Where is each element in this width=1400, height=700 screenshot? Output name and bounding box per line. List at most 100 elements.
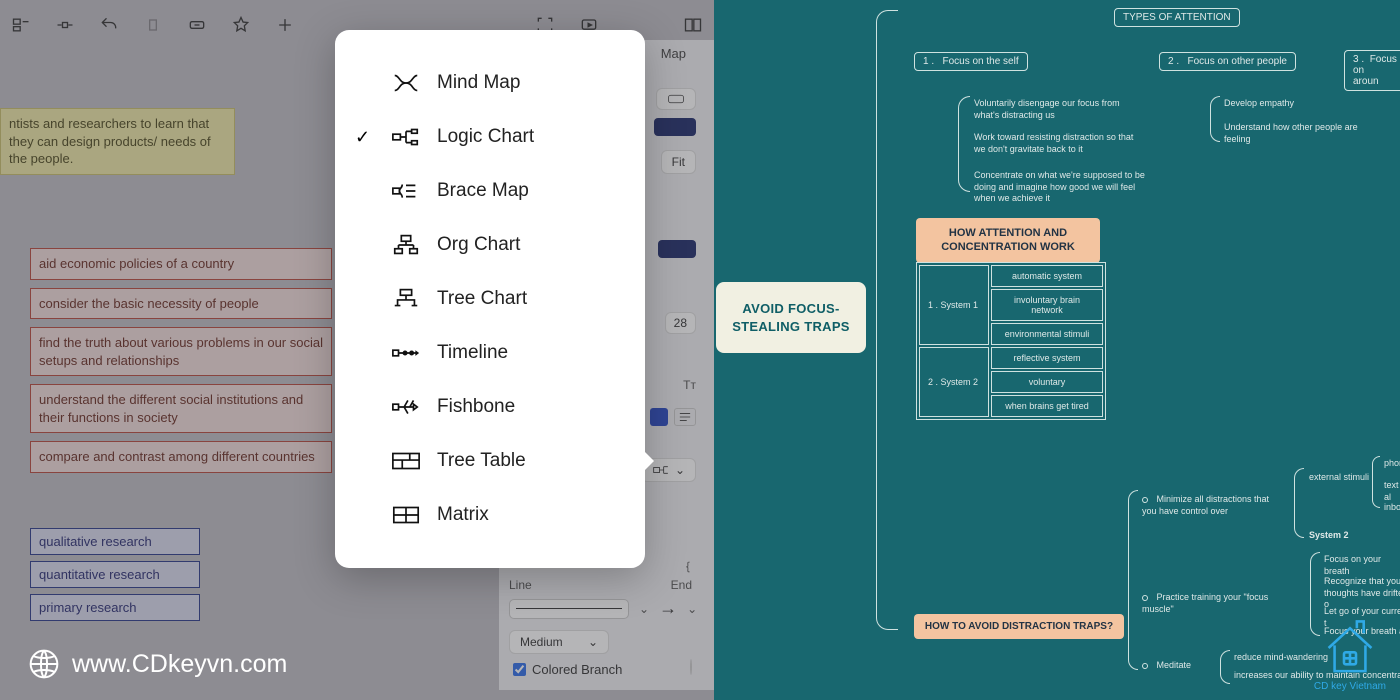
undo-icon[interactable] — [98, 14, 120, 36]
red-list: aid economic policies of a country consi… — [30, 248, 332, 481]
bullet-icon — [1142, 663, 1148, 669]
globe-icon — [28, 648, 60, 680]
line-weight-select[interactable]: Medium⌄ — [509, 630, 609, 654]
popup-item-label: Org Chart — [437, 234, 520, 256]
attention-table[interactable]: 1 . System 1 automatic system involuntar… — [916, 262, 1106, 420]
left-app-panel: ntists and researchers to learn that the… — [0, 0, 714, 700]
font-size-field[interactable]: 28 — [665, 312, 696, 334]
popup-item-bracemap[interactable]: Brace Map — [335, 164, 645, 218]
type1-sub[interactable]: Work toward resisting distraction so tha… — [974, 132, 1134, 155]
bottom-sub2[interactable]: phone — [1384, 458, 1400, 470]
bottom-item-text: Practice training your "focus muscle" — [1142, 592, 1268, 614]
popup-item-label: Timeline — [437, 342, 508, 364]
structure-popup: Mind Map Logic Chart Brace Map Org Chart… — [335, 30, 645, 568]
type3[interactable]: 3 . Focus on aroun — [1344, 50, 1400, 91]
brace-b1 — [1294, 468, 1304, 538]
type-num: 1 . — [923, 56, 934, 67]
red-item[interactable]: find the truth about various problems in… — [30, 327, 332, 376]
popup-item-label: Tree Table — [437, 450, 526, 472]
text-color-chip[interactable] — [650, 408, 668, 426]
popup-item-label: Mind Map — [437, 72, 520, 94]
line-style-select[interactable] — [509, 599, 629, 619]
star-icon[interactable] — [230, 14, 252, 36]
line-label: Line — [509, 578, 532, 592]
panels-icon[interactable] — [682, 14, 704, 36]
bullet-icon — [1142, 595, 1148, 601]
table-title[interactable]: HOW ATTENTION AND CONCENTRATION WORK — [916, 218, 1100, 263]
brace-main — [876, 10, 898, 630]
type-label: Focus on the self — [942, 56, 1018, 67]
treechart-icon — [385, 288, 427, 310]
popup-item-treechart[interactable]: Tree Chart — [335, 272, 645, 326]
collapse-icon[interactable] — [186, 14, 208, 36]
blue-item[interactable]: quantitative research — [30, 561, 200, 588]
bracemap-icon — [385, 180, 427, 202]
node-icon[interactable] — [54, 14, 76, 36]
fill-swatch[interactable] — [654, 118, 696, 136]
popup-item-mindmap[interactable]: Mind Map — [335, 56, 645, 110]
popup-item-label: Tree Chart — [437, 288, 527, 310]
blue-item[interactable]: primary research — [30, 594, 200, 621]
watermark-text: www.CDkeyvn.com — [72, 650, 287, 679]
colored-branch-checkbox[interactable] — [513, 663, 526, 676]
smallcaps-button[interactable]: Tᴛ — [683, 378, 696, 392]
logicchart-icon — [385, 126, 427, 148]
bottom-sub[interactable]: Focus on your breath — [1324, 554, 1400, 577]
bottom-sub2[interactable]: inbox — [1384, 502, 1400, 514]
table-cell: reflective system — [991, 347, 1103, 369]
type2-sub[interactable]: Understand how other people are feeling — [1224, 122, 1364, 145]
type1[interactable]: 1 . Focus on the self — [914, 52, 1028, 71]
red-item[interactable]: consider the basic necessity of people — [30, 288, 332, 320]
blue-list: qualitative research quantitative resear… — [30, 528, 200, 627]
treetable-icon — [385, 450, 427, 472]
table-sys: 1 . System 1 — [919, 265, 989, 345]
line-weight-value: Medium — [520, 635, 563, 649]
type1-sub[interactable]: Voluntarily disengage our focus from wha… — [974, 98, 1124, 121]
watermark: www.CDkeyvn.com — [28, 648, 287, 680]
table-cell: voluntary — [991, 371, 1103, 393]
align-button[interactable] — [674, 408, 696, 426]
cdkey-logo: CD key Vietnam — [1314, 618, 1386, 692]
teal-mindmap: AVOID FOCUS-STEALING TRAPS TYPES OF ATTE… — [714, 0, 1400, 700]
bottom-title[interactable]: HOW TO AVOID DISTRACTION TRAPS? — [914, 614, 1124, 639]
text-color-swatch[interactable] — [658, 240, 696, 258]
brace-style-button[interactable]: ﹛ — [680, 558, 696, 575]
yellow-note[interactable]: ntists and researchers to learn that the… — [0, 108, 235, 175]
table-cell: environmental stimuli — [991, 323, 1103, 345]
brace-b3 — [1220, 650, 1230, 684]
bottom-sub[interactable]: System 2 — [1309, 530, 1349, 542]
type2[interactable]: 2 . Focus on other people — [1159, 52, 1296, 71]
plus-icon[interactable] — [274, 14, 296, 36]
bullet-icon — [1142, 497, 1148, 503]
layout-icon[interactable] — [10, 14, 32, 36]
type-label: Focus on other people — [1187, 56, 1287, 67]
red-item[interactable]: aid economic policies of a country — [30, 248, 332, 280]
shape-chip[interactable] — [656, 88, 696, 110]
main-topic[interactable]: AVOID FOCUS-STEALING TRAPS — [716, 282, 866, 353]
type2-sub[interactable]: Develop empathy — [1224, 98, 1344, 110]
popup-item-logicchart[interactable]: Logic Chart — [335, 110, 645, 164]
types-title[interactable]: TYPES OF ATTENTION — [1114, 8, 1240, 27]
red-item[interactable]: understand the different social institut… — [30, 384, 332, 433]
popup-item-treetable[interactable]: Tree Table — [335, 434, 645, 488]
brace-b1b — [1372, 456, 1380, 508]
popup-item-label: Brace Map — [437, 180, 529, 202]
rainbow-icon[interactable] — [690, 659, 692, 675]
bottom-sub2[interactable]: text al — [1384, 480, 1400, 503]
popup-item-orgchart[interactable]: Org Chart — [335, 218, 645, 272]
popup-item-fishbone[interactable]: Fishbone — [335, 380, 645, 434]
bottom-item-text: Meditate — [1157, 660, 1192, 670]
blue-item[interactable]: qualitative research — [30, 528, 200, 555]
sidebar-tab-map[interactable]: Map — [661, 46, 686, 61]
type1-sub[interactable]: Concentrate on what we're supposed to be… — [974, 170, 1154, 205]
end-label: End — [671, 578, 692, 592]
fishbone-icon — [385, 396, 427, 418]
bottom-item[interactable]: Practice training your "focus muscle" — [1142, 592, 1302, 615]
popup-item-timeline[interactable]: Timeline — [335, 326, 645, 380]
fit-button[interactable]: Fit — [661, 150, 696, 174]
bottom-item[interactable]: Meditate — [1142, 660, 1191, 672]
red-item[interactable]: compare and contrast among different cou… — [30, 441, 332, 473]
bottom-item[interactable]: Minimize all distractions that you have … — [1142, 494, 1282, 517]
popup-item-matrix[interactable]: Matrix — [335, 488, 645, 542]
bottom-sub[interactable]: external stimuli — [1309, 472, 1369, 484]
